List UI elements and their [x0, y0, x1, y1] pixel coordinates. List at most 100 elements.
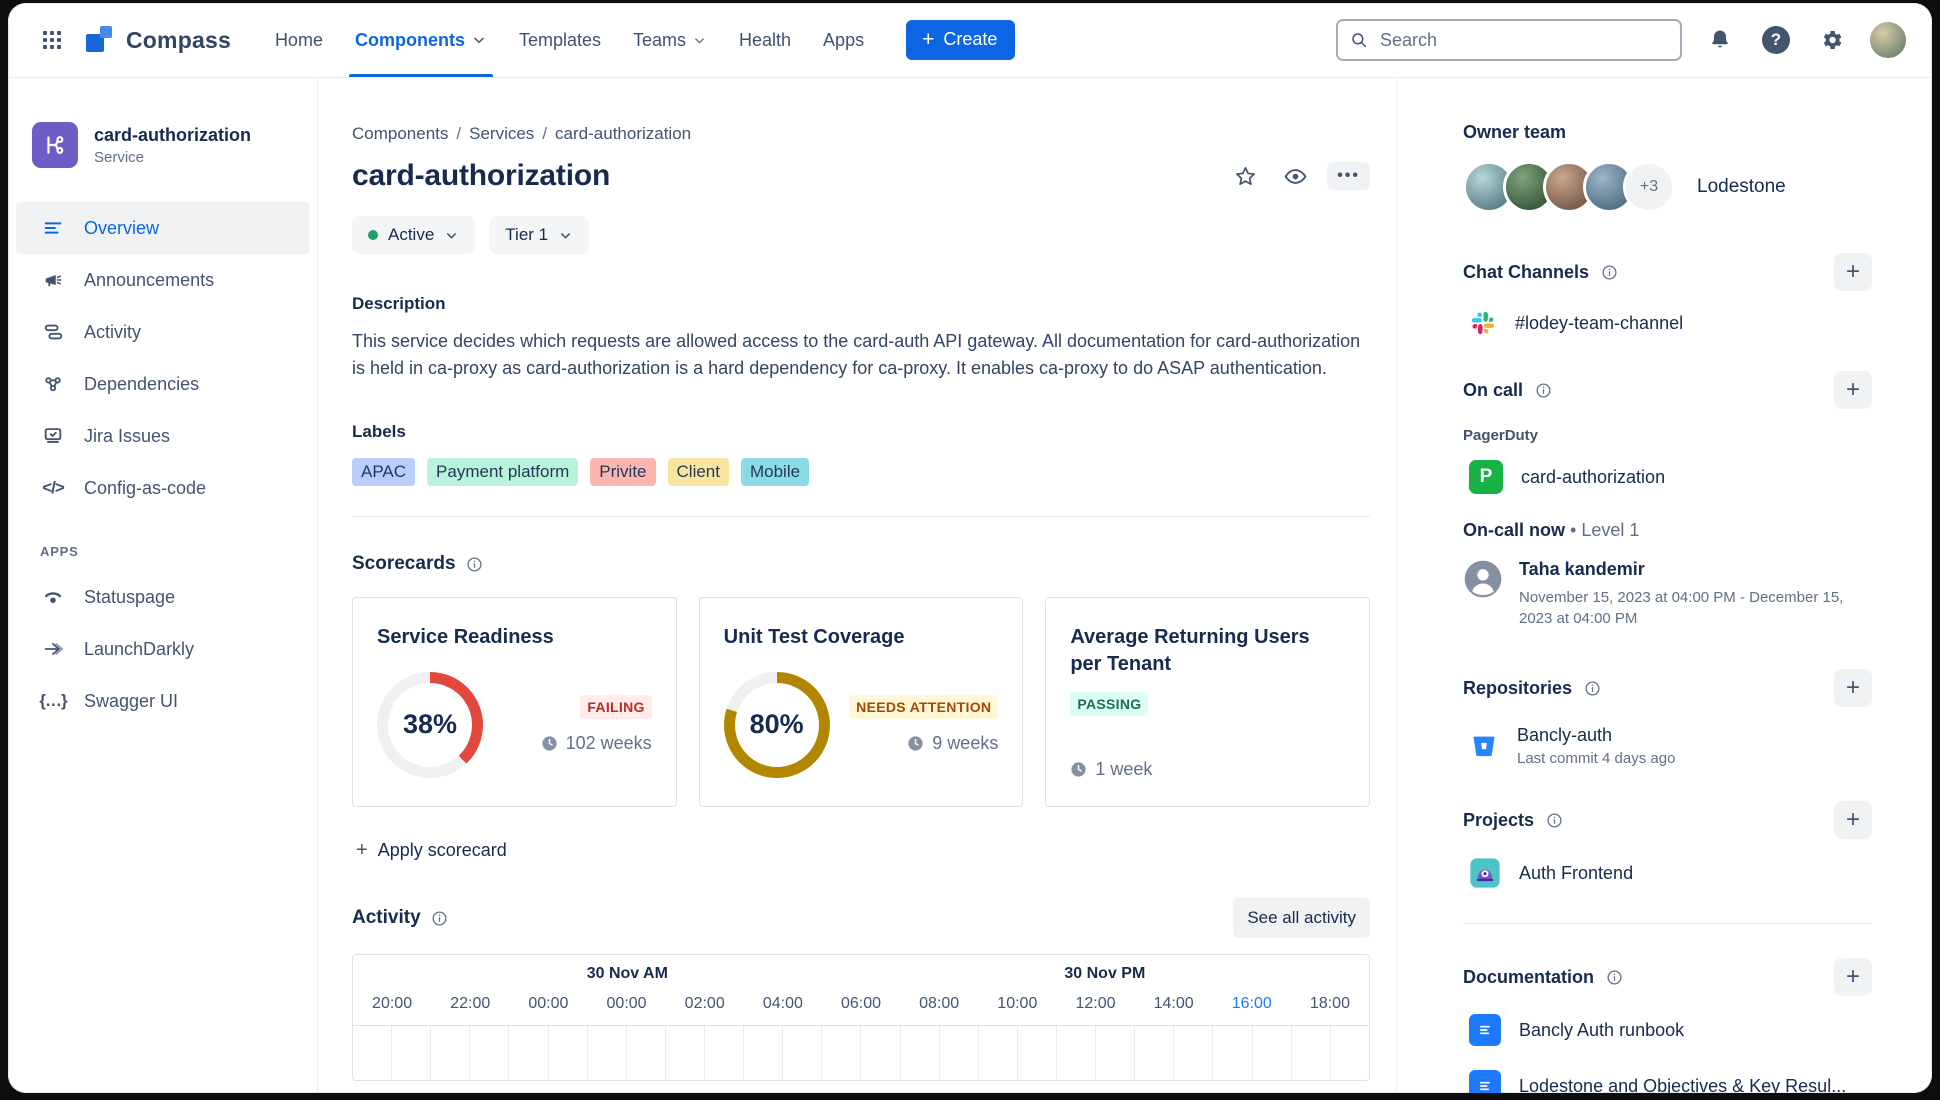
project-link[interactable]: Auth Frontend [1519, 863, 1633, 884]
sidebar-item-swagger-ui[interactable]: {…} Swagger UI [16, 675, 309, 727]
add-project-button[interactable]: + [1834, 801, 1872, 839]
scorecard-unit-test-coverage[interactable]: Unit Test Coverage 80% NEEDS ATTENTION 9… [698, 597, 1024, 807]
timeline-cell[interactable] [979, 1026, 1018, 1080]
sidebar-item-dependencies[interactable]: Dependencies [16, 358, 309, 410]
chat-channel-link[interactable]: #lodey-team-channel [1515, 313, 1683, 334]
info-icon[interactable] [466, 556, 483, 573]
label-tag[interactable]: Mobile [740, 458, 810, 486]
breadcrumb-services[interactable]: Services [456, 124, 534, 144]
timeline-cell[interactable] [1292, 1026, 1331, 1080]
apply-scorecard-button[interactable]: + Apply scorecard [352, 833, 511, 868]
repository-row: Bancly-auth Last commit 4 days ago [1469, 725, 1872, 767]
owner-avatars [1463, 161, 1635, 213]
timeline-cell[interactable] [627, 1026, 666, 1080]
notifications-button[interactable] [1702, 22, 1738, 58]
add-chat-channel-button[interactable]: + [1834, 253, 1872, 291]
timeline-cell[interactable] [588, 1026, 627, 1080]
breadcrumb-components[interactable]: Components [352, 124, 448, 144]
timeline-cell[interactable] [1253, 1026, 1292, 1080]
settings-button[interactable] [1814, 22, 1850, 58]
info-icon[interactable] [1535, 382, 1552, 399]
info-icon[interactable] [1606, 969, 1623, 986]
sidebar-item-config-as-code[interactable]: </> Config-as-code [16, 462, 309, 514]
documentation-link[interactable]: Lodestone and Objectives & Key Resul... [1519, 1076, 1846, 1094]
nav-item-teams[interactable]: Teams [617, 3, 723, 77]
compass-logo[interactable]: Compass [84, 24, 231, 56]
user-avatar[interactable] [1870, 22, 1906, 58]
search-input[interactable] [1377, 28, 1668, 52]
timeline-cell[interactable] [549, 1026, 588, 1080]
timeline-cell[interactable] [431, 1026, 471, 1080]
person-avatar-icon [1464, 560, 1502, 598]
nav-item-apps[interactable]: Apps [807, 3, 880, 77]
label-tag[interactable]: Client [667, 458, 729, 486]
timeline-tick: 00:00 [528, 995, 569, 1012]
timeline-cell[interactable] [666, 1026, 705, 1080]
on-call-person-name[interactable]: Taha kandemir [1519, 559, 1849, 580]
sidebar-item-overview[interactable]: Overview [16, 202, 309, 254]
timeline-cell[interactable] [901, 1026, 940, 1080]
timeline-date-label: 30 Nov PM [1064, 965, 1146, 982]
tier-dropdown[interactable]: Tier 1 [489, 216, 590, 254]
label-tag[interactable]: Payment platform [427, 458, 579, 486]
timeline-cell[interactable] [1331, 1026, 1369, 1080]
timeline-cell[interactable] [1057, 1026, 1097, 1080]
help-button[interactable]: ? [1758, 22, 1794, 58]
timeline-cell[interactable] [392, 1026, 432, 1080]
timeline-cell[interactable] [1213, 1026, 1253, 1080]
label-tag[interactable]: Privite [590, 458, 656, 486]
pagerduty-service-link[interactable]: card-authorization [1521, 467, 1665, 488]
star-button[interactable] [1227, 158, 1263, 194]
nav-item-health[interactable]: Health [723, 3, 807, 77]
global-search[interactable] [1336, 19, 1682, 61]
scorecard-service-readiness[interactable]: Service Readiness 38% FAILING 102 weeks [352, 597, 677, 807]
timeline-cell[interactable] [1096, 1026, 1136, 1080]
info-icon[interactable] [431, 910, 448, 927]
sidebar-item-announcements[interactable]: Announcements [16, 254, 309, 306]
watch-button[interactable] [1277, 158, 1313, 194]
timeline-cell[interactable] [1174, 1026, 1214, 1080]
team-name-link[interactable]: Lodestone [1697, 176, 1786, 198]
documentation-link[interactable]: Bancly Auth runbook [1519, 1020, 1684, 1041]
repository-link[interactable]: Bancly-auth [1517, 725, 1675, 746]
timeline-cell[interactable] [509, 1026, 549, 1080]
project-avatar-icon [1470, 858, 1500, 888]
breadcrumb-current: card-authorization [542, 124, 691, 144]
timeline-cell[interactable] [705, 1026, 745, 1080]
create-button[interactable]: + Create [906, 20, 1016, 60]
add-documentation-button[interactable]: + [1834, 958, 1872, 996]
more-actions-button[interactable]: ••• [1327, 162, 1370, 190]
timeline-cell[interactable] [940, 1026, 979, 1080]
bell-icon [1712, 30, 1728, 48]
nav-item-templates[interactable]: Templates [503, 3, 617, 77]
timeline-cell[interactable] [1135, 1026, 1175, 1080]
timeline-cell[interactable] [744, 1026, 784, 1080]
timeline-cell[interactable] [861, 1026, 901, 1080]
status-pills: Active Tier 1 [352, 216, 1370, 254]
scorecard-avg-returning-users[interactable]: Average Returning Users per Tenant PASSI… [1045, 597, 1371, 807]
info-icon[interactable] [1584, 680, 1601, 697]
extra-members-count[interactable]: +3 [1623, 161, 1675, 213]
timeline-cell[interactable] [470, 1026, 510, 1080]
app-switcher-icon[interactable] [32, 20, 72, 60]
timeline-cell[interactable] [783, 1026, 823, 1080]
nav-item-home[interactable]: Home [259, 3, 339, 77]
timeline-cell[interactable] [1018, 1026, 1057, 1080]
service-component-icon [32, 122, 78, 168]
nav-item-components[interactable]: Components [339, 3, 503, 77]
timeline-cell[interactable] [353, 1026, 393, 1080]
add-on-call-button[interactable]: + [1834, 371, 1872, 409]
info-icon[interactable] [1546, 812, 1563, 829]
timeline-cell[interactable] [822, 1026, 862, 1080]
scorecards-heading: Scorecards [352, 553, 456, 574]
info-icon[interactable] [1601, 264, 1618, 281]
label-tag[interactable]: APAC [352, 458, 416, 486]
sidebar-item-launchdarkly[interactable]: LaunchDarkly [16, 623, 309, 675]
divider [1463, 923, 1872, 924]
sidebar-item-activity[interactable]: Activity [16, 306, 309, 358]
add-repository-button[interactable]: + [1834, 669, 1872, 707]
see-all-activity-button[interactable]: See all activity [1233, 898, 1370, 938]
sidebar-item-jira-issues[interactable]: Jira Issues [16, 410, 309, 462]
sidebar-item-statuspage[interactable]: Statuspage [16, 571, 309, 623]
status-dropdown[interactable]: Active [352, 216, 476, 254]
